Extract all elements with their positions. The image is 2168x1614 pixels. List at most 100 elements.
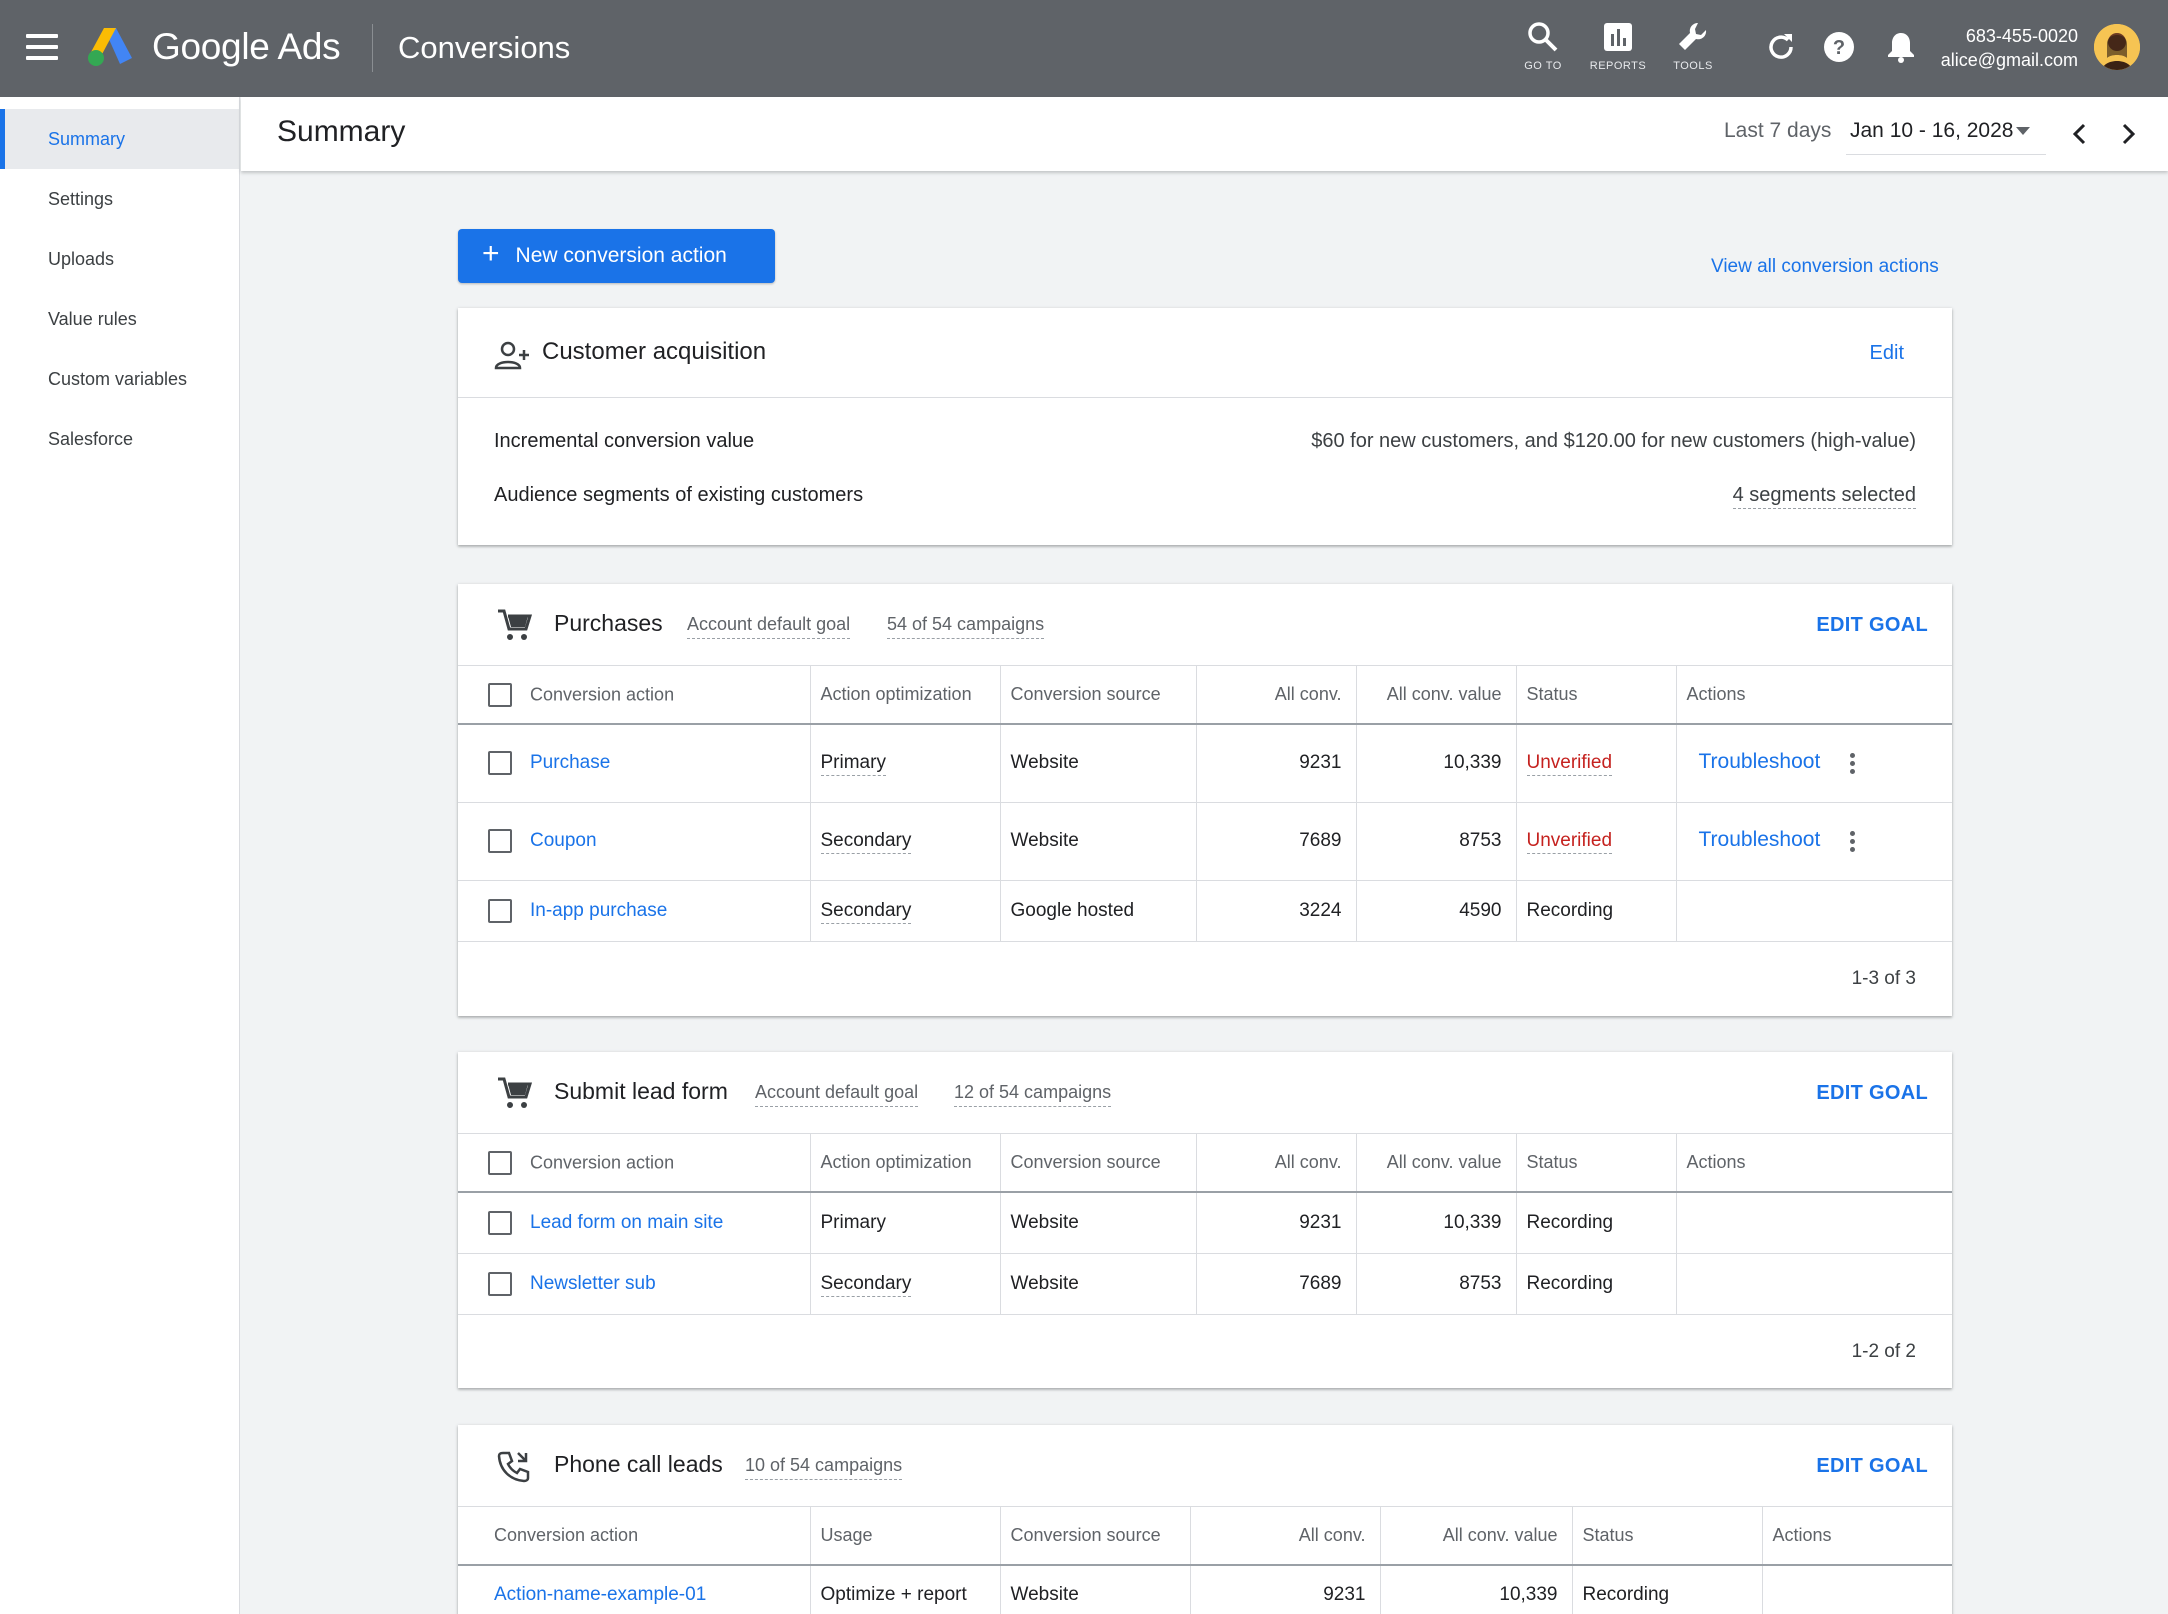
brand-divider [372, 24, 373, 72]
sidebar-item-custom-variables[interactable]: Custom variables [0, 349, 239, 409]
cart-icon [498, 609, 532, 640]
refresh-icon[interactable] [1764, 30, 1798, 64]
incremental-value-label: Incremental conversion value [494, 430, 755, 452]
plus-icon: + [482, 237, 500, 270]
segments-selected-link[interactable]: 4 segments selected [1732, 484, 1916, 509]
more-vert-icon[interactable] [1850, 828, 1856, 855]
conversion-action-link[interactable]: Purchase [530, 752, 610, 773]
date-preset-label: Last 7 days [1724, 119, 1832, 142]
troubleshoot-link[interactable]: Troubleshoot [1699, 828, 1821, 851]
phone-leads-table: Conversion action Usage Conversion sourc… [458, 1507, 1952, 1614]
conversion-action-link[interactable]: Lead form on main site [530, 1212, 723, 1233]
notifications-icon[interactable] [1884, 30, 1918, 64]
row-checkbox[interactable] [488, 1271, 512, 1296]
table-row: Newsletter sub Secondary Website 7689 87… [458, 1253, 1952, 1315]
optimization-value[interactable]: Primary [820, 752, 886, 777]
row-checkbox[interactable] [488, 751, 512, 776]
actions-empty [1762, 1565, 1952, 1614]
sidebar-item-summary[interactable]: Summary [0, 109, 239, 169]
purchases-edit-goal-button[interactable]: EDIT GOAL [1816, 614, 1928, 637]
purchases-default-goal-chip[interactable]: Account default goal [687, 614, 851, 639]
goto-label: GO TO [1524, 60, 1562, 72]
menu-icon[interactable] [26, 34, 58, 60]
col-conversion-action: Conversion action [530, 684, 675, 704]
col-all-conv-value: All conv. value [1356, 666, 1517, 725]
actions-empty [1676, 1192, 1952, 1254]
lead-form-title: Submit lead form [554, 1078, 728, 1104]
conv-value-value: 10,339 [1356, 724, 1517, 803]
phone-leads-title: Phone call leads [554, 1451, 723, 1477]
add-person-icon [494, 341, 529, 370]
svg-text:?: ? [1833, 37, 1845, 59]
all-conv-value: 9231 [1190, 1565, 1381, 1614]
conv-value-value: 8753 [1356, 1253, 1517, 1315]
row-checkbox[interactable] [488, 1210, 512, 1235]
sidebar-item-settings[interactable]: Settings [0, 169, 239, 229]
status-unverified[interactable]: Unverified [1526, 830, 1613, 854]
col-all-conv: All conv. [1196, 1134, 1357, 1193]
actions-empty [1676, 1253, 1952, 1315]
audience-segments-row: Audience segments of existing customers … [458, 466, 1952, 520]
help-icon[interactable]: ? [1822, 30, 1856, 64]
conv-value-value: 10,339 [1356, 1192, 1517, 1254]
goto-button[interactable]: GO TO [1508, 20, 1578, 72]
col-conversion-action: Conversion action [458, 1507, 811, 1566]
lead-form-default-goal-chip[interactable]: Account default goal [755, 1082, 919, 1107]
col-status: Status [1516, 1134, 1677, 1193]
conversion-action-link[interactable]: Action-name-example-01 [494, 1584, 706, 1605]
date-range-value: Jan 10 - 16, 2028 [1850, 119, 2014, 142]
account-info[interactable]: 683-455-0020 alice@gmail.com [1941, 24, 2078, 72]
select-all-checkbox[interactable] [488, 1150, 512, 1175]
status-unverified[interactable]: Unverified [1526, 752, 1613, 777]
search-icon [1528, 22, 1558, 52]
all-conv-value: 7689 [1196, 802, 1357, 881]
new-conversion-action-button[interactable]: + New conversion action [458, 229, 775, 283]
source-value: Website [1000, 1192, 1197, 1254]
edit-link[interactable]: Edit [1870, 342, 1904, 365]
usage-value: Optimize + report [810, 1565, 1001, 1614]
conversion-action-link[interactable]: Newsletter sub [530, 1273, 656, 1294]
reports-button[interactable]: REPORTS [1583, 20, 1653, 72]
conversion-action-link[interactable]: Coupon [530, 830, 597, 851]
chevron-right-icon[interactable] [2115, 119, 2141, 149]
account-email: alice@gmail.com [1940, 50, 2078, 70]
audience-segments-label: Audience segments of existing customers [494, 484, 864, 506]
view-all-conversion-actions-link[interactable]: View all conversion actions [1711, 256, 1939, 278]
avatar[interactable] [2094, 24, 2140, 70]
purchases-campaigns-chip[interactable]: 54 of 54 campaigns [887, 614, 1045, 639]
table-header-row: Conversion action Action optimization Co… [458, 666, 1952, 725]
chevron-left-icon[interactable] [2067, 119, 2093, 149]
lead-form-edit-goal-button[interactable]: EDIT GOAL [1816, 1082, 1928, 1105]
optimization-value[interactable]: Secondary [820, 830, 912, 854]
sidebar-item-uploads[interactable]: Uploads [0, 229, 239, 289]
section-title: Conversions [398, 30, 571, 65]
pagination: 1-2 of 2 [458, 1315, 1952, 1387]
google-ads-logo [88, 28, 132, 66]
all-conv-value: 7689 [1196, 1253, 1357, 1315]
date-range-picker[interactable]: Jan 10 - 16, 2028 [1846, 117, 2046, 155]
caret-down-icon [2016, 127, 2030, 135]
all-conv-value: 9231 [1196, 724, 1357, 803]
optimization-value[interactable]: Secondary [820, 899, 912, 924]
lead-form-campaigns-chip[interactable]: 12 of 54 campaigns [954, 1082, 1112, 1107]
row-checkbox[interactable] [488, 898, 512, 923]
phone-leads-campaigns-chip[interactable]: 10 of 54 campaigns [745, 1455, 903, 1480]
phone-leads-edit-goal-button[interactable]: EDIT GOAL [1816, 1455, 1928, 1478]
source-value: Website [1000, 1253, 1197, 1315]
phone-leads-goal-card: Phone call leads 10 of 54 campaigns EDIT… [458, 1425, 1952, 1614]
sidebar-item-value-rules[interactable]: Value rules [0, 289, 239, 349]
reports-label: REPORTS [1589, 60, 1647, 72]
select-all-checkbox[interactable] [488, 682, 512, 707]
table-header-row: Conversion action Usage Conversion sourc… [458, 1507, 1952, 1566]
col-conversion-action: Conversion action [530, 1152, 675, 1172]
sidebar-item-salesforce[interactable]: Salesforce [0, 409, 239, 469]
page-title: Summary [277, 115, 406, 148]
col-action-optimization: Action optimization [810, 1134, 1001, 1193]
row-checkbox[interactable] [488, 829, 512, 853]
troubleshoot-link[interactable]: Troubleshoot [1699, 750, 1821, 773]
more-vert-icon[interactable] [1850, 750, 1856, 777]
col-conversion-source: Conversion source [1000, 1134, 1197, 1193]
optimization-value[interactable]: Secondary [820, 1272, 912, 1297]
conversion-action-link[interactable]: In-app purchase [530, 900, 667, 921]
tools-button[interactable]: TOOLS [1658, 20, 1728, 72]
